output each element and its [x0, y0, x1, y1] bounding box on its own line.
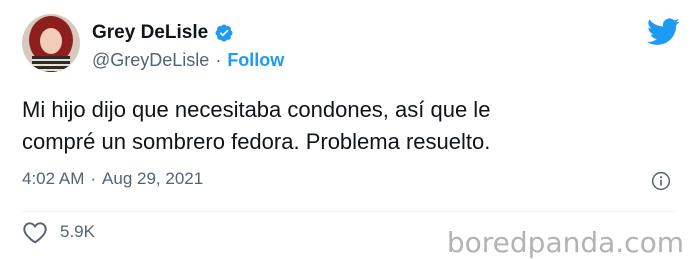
like-action[interactable]: 5.9K	[22, 220, 95, 244]
avatar-image	[22, 14, 80, 72]
info-icon[interactable]	[651, 171, 671, 191]
tweet-timestamp[interactable]: 4:02 AM · Aug 29, 2021	[22, 169, 203, 189]
avatar[interactable]	[22, 14, 80, 72]
tweet-card: Grey DeLisle @GreyDeLisle · Follow Mi hi…	[0, 0, 700, 259]
timestamp-separator: ·	[90, 169, 97, 188]
tweet-text: Mi hijo dijo que necesitaba condones, as…	[22, 97, 491, 154]
watermark: boredpanda.com	[446, 226, 684, 259]
handle-separator: ·	[215, 50, 222, 70]
heart-icon[interactable]	[22, 220, 48, 244]
tweet-time: 4:02 AM	[22, 169, 85, 188]
author-name[interactable]: Grey DeLisle	[92, 22, 208, 44]
author-handle-row: @GreyDeLisle · Follow	[92, 50, 284, 71]
tweet-date: Aug 29, 2021	[102, 169, 204, 188]
author-handle[interactable]: @GreyDeLisle	[92, 50, 209, 71]
follow-button[interactable]: Follow	[227, 50, 284, 71]
divider	[22, 211, 678, 212]
twitter-bird-icon[interactable]	[647, 18, 680, 46]
author-name-row: Grey DeLisle	[92, 22, 234, 44]
verified-badge-icon	[215, 24, 233, 42]
like-count: 5.9K	[60, 222, 95, 241]
